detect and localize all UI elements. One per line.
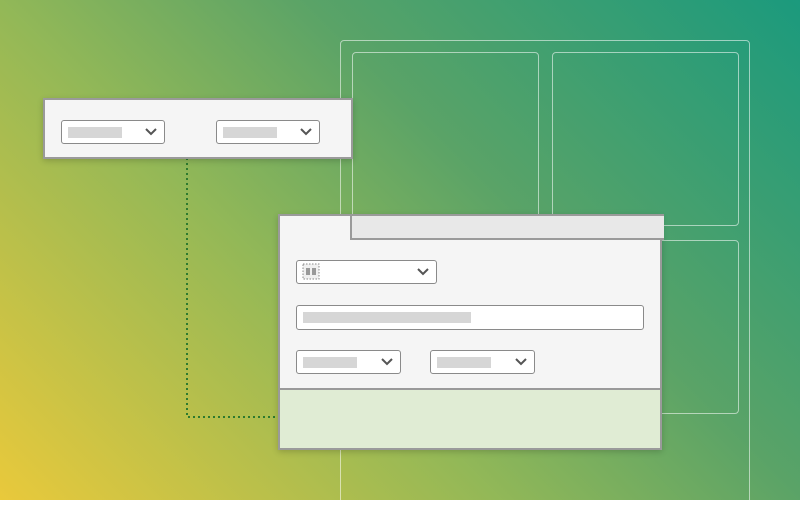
chevron-down-icon — [145, 128, 157, 136]
chevron-down-icon — [381, 358, 393, 366]
filter-panel — [43, 98, 353, 159]
dropdown-value-placeholder — [437, 357, 491, 368]
text-field[interactable] — [296, 305, 644, 330]
settings-dropdown-1[interactable] — [296, 350, 401, 374]
dropdown-value-placeholder — [303, 357, 357, 368]
dashboard-tile-2[interactable] — [552, 52, 739, 226]
text-placeholder — [303, 312, 471, 323]
dropdown-value-placeholder — [68, 127, 122, 138]
dashboard-tile-1[interactable] — [352, 52, 539, 226]
panel-footer — [280, 388, 660, 448]
chevron-down-icon — [300, 128, 312, 136]
chevron-down-icon — [417, 268, 429, 276]
chevron-down-icon — [515, 358, 527, 366]
inactive-tab[interactable] — [350, 214, 664, 240]
filter-dropdown-1[interactable] — [61, 120, 165, 144]
layout-icon — [302, 263, 320, 280]
settings-panel — [278, 214, 664, 450]
settings-dropdown-2[interactable] — [430, 350, 535, 374]
layout-select[interactable] — [296, 260, 437, 284]
filter-dropdown-2[interactable] — [216, 120, 320, 144]
dropdown-value-placeholder — [223, 127, 277, 138]
